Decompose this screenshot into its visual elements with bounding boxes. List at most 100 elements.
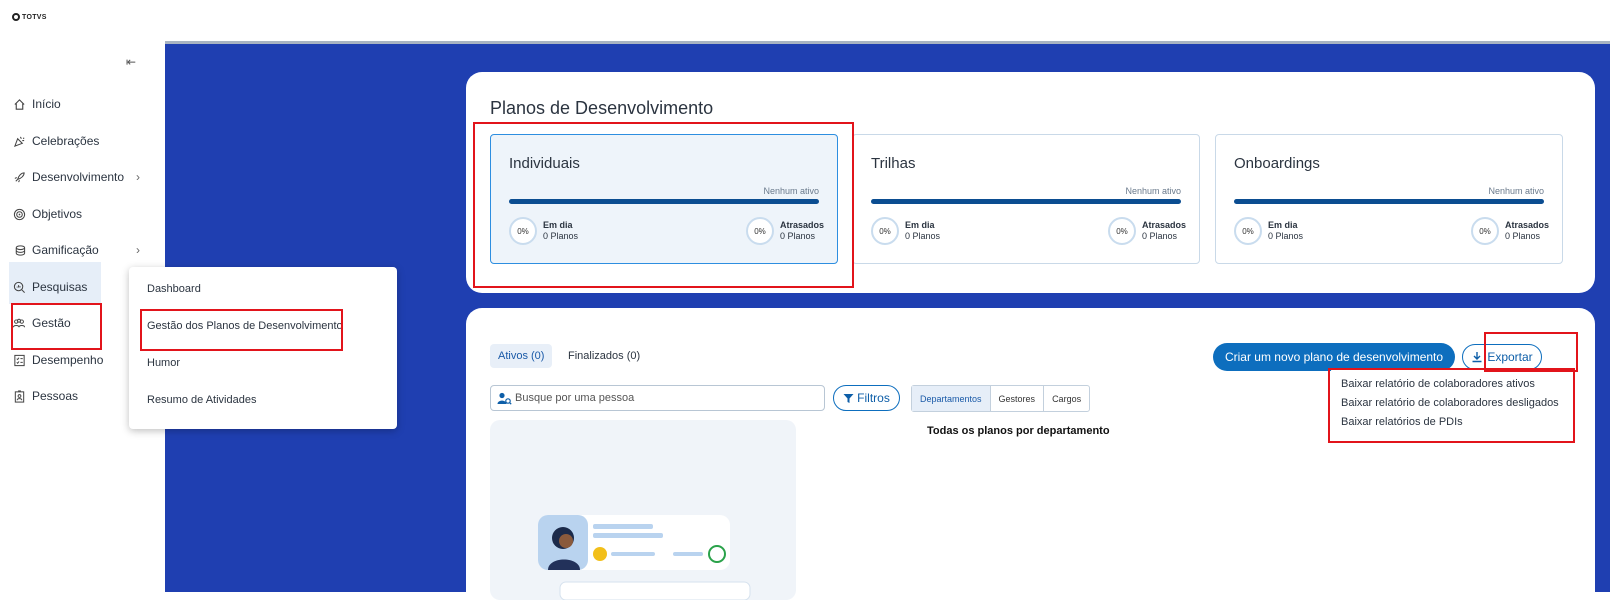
stat-count: 0 Planos [780,231,816,241]
filters-button[interactable]: Filtros [833,385,900,411]
export-menu: Baixar relatório de colaboradores ativos… [1331,369,1575,443]
logo-ring-icon [12,13,20,21]
search-input[interactable] [515,392,815,404]
segment-cargos[interactable]: Cargos [1044,386,1089,411]
export-button[interactable]: Exportar [1462,344,1542,370]
on-time-percent-ring: 0% [509,217,537,245]
filters-button-label: Filtros [857,391,890,405]
create-plan-button[interactable]: Criar um novo plano de desenvolvimento [1213,343,1455,371]
chart-title: Todas os planos por departamento [927,425,1110,437]
rocket-icon [12,170,26,184]
stat-label: Atrasados [1505,220,1550,230]
summary-card-title: Individuais [509,155,580,172]
stat-count: 0 Planos [905,231,941,241]
sidebar-item-label: Pessoas [32,389,79,403]
chevron-right-icon: › [136,170,140,184]
home-icon [12,97,26,111]
page-title: Planos de Desenvolvimento [490,98,714,118]
on-time-percent-ring: 0% [871,217,899,245]
stat-count: 0 Planos [1268,231,1304,241]
sidebar-item-pessoas[interactable]: Pessoas [12,386,78,406]
top-bar: TOTVS [0,0,1610,42]
sidebar-item-pesquisas[interactable]: Pesquisas [12,277,87,297]
people-icon [12,316,26,330]
sidebar-item-label: Pesquisas [32,280,88,294]
summary-card-status: Nenhum ativo [1488,186,1544,196]
download-icon [1472,352,1482,363]
sidebar-item-desempenho[interactable]: Desempenho [12,350,103,370]
plans-summary-card: Planos de Desenvolvimento Individuais Ne… [466,72,1595,293]
sidebar-item-desenvolvimento[interactable]: Desenvolvimento › [12,167,140,187]
menu-item-dashboard[interactable]: Dashboard [147,283,201,295]
search-field[interactable] [490,385,825,411]
coins-icon [12,243,26,257]
progress-bar [871,199,1181,204]
stat-label: Em dia [905,220,935,230]
person-search-icon [497,392,512,405]
stat-count: 0 Planos [1505,231,1541,241]
late-percent-ring: 0% [746,217,774,245]
stat-label: Atrasados [1142,220,1187,230]
stat-count: 0 Planos [1142,231,1178,241]
party-icon [12,134,26,148]
person-card-illustration-icon [538,515,751,601]
totvs-logo[interactable]: TOTVS [12,13,47,21]
search-chart-icon [12,280,26,294]
late-percent-ring: 0% [1471,217,1499,245]
plans-list-card: Ativos (0) Finalizados (0) Criar um novo… [466,308,1595,608]
sidebar-item-gamificacao[interactable]: Gamificação › [12,240,140,260]
stat-on-time: 0% Em dia 0 Planos [871,217,940,245]
id-badge-icon [12,389,26,403]
sidebar-item-label: Início [32,97,61,111]
sidebar-item-label: Celebrações [32,134,100,148]
stat-on-time: 0% Em dia 0 Planos [1234,217,1303,245]
export-active-employees-report[interactable]: Baixar relatório de colaboradores ativos [1341,378,1535,390]
summary-card-onboardings[interactable]: Onboardings Nenhum ativo 0% Em dia 0 Plan… [1215,134,1563,264]
summary-card-status: Nenhum ativo [763,186,819,196]
chevron-right-icon: › [136,243,140,257]
stat-late: 0% Atrasados 0 Planos [1471,217,1549,245]
summary-card-status: Nenhum ativo [1125,186,1181,196]
target-icon [12,207,26,221]
collapse-sidebar-icon[interactable]: ⇤ [126,55,136,69]
segment-departamentos[interactable]: Departamentos [912,386,991,411]
sidebar-item-label: Objetivos [32,207,83,221]
segment-gestores[interactable]: Gestores [991,386,1045,411]
stat-label: Atrasados [780,220,825,230]
stat-label: Em dia [1268,220,1298,230]
sidebar-item-label: Desempenho [32,353,104,367]
stat-late: 0% Atrasados 0 Planos [1108,217,1186,245]
summary-card-trilhas[interactable]: Trilhas Nenhum ativo 0% Em dia 0 Planos 0… [852,134,1200,264]
tab-finalizados[interactable]: Finalizados (0) [560,344,648,368]
sidebar-item-label: Gestão [32,316,71,330]
empty-state-illustration [490,420,796,601]
filter-icon [843,393,854,403]
header-divider [165,41,1610,44]
sidebar-item-gestao[interactable]: Gestão [12,313,71,333]
progress-bar [509,199,819,204]
sidebar-item-celebracoes[interactable]: Celebrações [12,131,99,151]
sidebar-item-objetivos[interactable]: Objetivos [12,204,82,224]
on-time-percent-ring: 0% [1234,217,1262,245]
sidebar-item-label: Gamificação [32,243,99,257]
summary-card-title: Trilhas [871,155,916,172]
late-percent-ring: 0% [1108,217,1136,245]
export-pdi-reports[interactable]: Baixar relatórios de PDIs [1341,416,1463,428]
gestao-submenu: Dashboard Gestão dos Planos de Desenvolv… [129,267,397,429]
stat-label: Em dia [543,220,573,230]
menu-item-resumo-atividades[interactable]: Resumo de Atividades [147,394,256,406]
menu-item-humor[interactable]: Humor [147,357,180,369]
sidebar-item-label: Desenvolvimento [32,170,125,184]
checklist-icon [12,353,26,367]
logo-text: TOTVS [22,13,47,21]
stat-on-time: 0% Em dia 0 Planos [509,217,578,245]
summary-card-title: Onboardings [1234,155,1320,172]
tab-ativos[interactable]: Ativos (0) [490,344,553,368]
group-by-segmented-control: Departamentos Gestores Cargos [911,385,1091,412]
sidebar-item-inicio[interactable]: Início [12,94,61,114]
export-dismissed-employees-report[interactable]: Baixar relatório de colaboradores deslig… [1341,397,1559,409]
stat-count: 0 Planos [543,231,579,241]
export-button-label: Exportar [1487,350,1533,364]
menu-item-gestao-planos[interactable]: Gestão dos Planos de Desenvolvimento [147,320,343,332]
summary-card-individuais[interactable]: Individuais Nenhum ativo 0% Em dia 0 Plan… [490,134,838,264]
